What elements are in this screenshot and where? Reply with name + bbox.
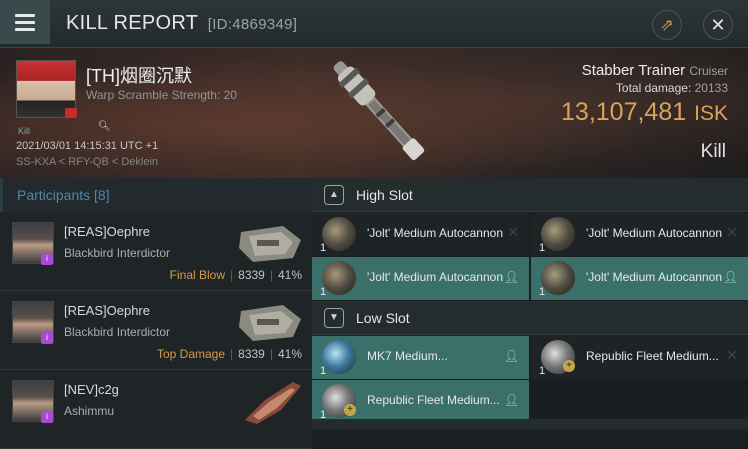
destroyed-icon: ✕ [726,224,738,240]
module-item[interactable]: 1 'Jolt' Medium Autocannon ✕ [312,213,529,256]
warp-scramble-strength: Warp Scramble Strength: 20 [86,88,237,102]
victim-ship-render[interactable] [305,52,455,172]
participant-ship: Blackbird Interdictor [64,246,171,260]
participant-stats: Final Blow | 8339 | 41% [169,268,302,282]
kill-result: Kill [700,141,726,162]
dropped-person-icon: 👤︎ [503,393,519,407]
participant-name: [REAS]Oephre [64,224,150,239]
close-button[interactable]: ✕ [703,10,733,40]
participant-name: [REAS]Oephre [64,303,150,318]
destroyed-icon: ✕ [507,224,519,240]
plus-badge-icon: + [344,404,356,416]
menu-button[interactable] [0,0,50,44]
next-slot-header [312,419,748,429]
dropped-person-icon: 👤︎ [722,270,738,284]
share-icon: ⇗ [660,17,674,34]
report-id: [ID:4869349] [207,16,298,33]
low-slot-icon: ▼ [324,307,344,328]
participants-header[interactable]: Participants [8] [0,178,312,212]
module-item[interactable]: 1 MK7 Medium... 👤︎ [312,336,529,379]
share-button[interactable]: ⇗ [652,10,682,40]
participant-row[interactable]: i [REAS]Oephre Blackbird Interdictor Top… [0,291,312,370]
high-slot-modules: 1 'Jolt' Medium Autocannon ✕ 1 'Jolt' Me… [312,212,748,301]
module-item[interactable]: 1 'Jolt' Medium Autocannon 👤︎ [312,257,529,300]
module-item[interactable]: + 1 Republic Fleet Medium... 👤︎ [312,380,529,423]
kill-location[interactable]: SS-KXA < RFY-QB < Deklein [16,156,158,168]
thruster-icon [322,340,356,374]
low-slot-header: ▼ Low Slot [312,301,748,335]
title-bar: KILL REPORT [ID:4869349] ⇗ ✕ [0,0,748,48]
participant-ship-image [239,226,301,262]
module-item[interactable]: + 1 Republic Fleet Medium... ✕ [531,336,748,379]
participant-row[interactable]: i [NEV]c2g Ashimmu [0,370,312,449]
fitting-panel: ▲ High Slot 1 'Jolt' Medium Autocannon ✕… [312,178,748,429]
autocannon-icon [541,261,575,295]
autocannon-icon [541,217,575,251]
info-icon[interactable]: i [41,411,53,423]
victim-name[interactable]: [TH]烟圈沉默 [86,62,192,88]
participant-stats: Top Damage | 8339 | 41% [156,347,302,361]
autocannon-icon [322,217,356,251]
victim-banner: [TH]烟圈沉默 Warp Scramble Strength: 20 Kill… [0,48,748,178]
participant-row[interactable]: i [REAS]Oephre Blackbird Interdictor Fin… [0,212,312,291]
low-slot-modules: 1 MK7 Medium... 👤︎ + 1 Republic Fleet Me… [312,335,748,424]
autocannon-icon [322,261,356,295]
dropped-person-icon: 👤︎ [503,270,519,284]
victim-ship-name[interactable]: Stabber Trainer Cruiser [582,62,728,79]
high-slot-header: ▲ High Slot [312,178,748,212]
title-text: KILL REPORT [66,12,198,34]
high-slot-icon: ▲ [324,184,344,205]
victim-status-badge [65,108,77,118]
participant-ship-image [239,305,301,341]
participant-name: [NEV]c2g [64,382,119,397]
magnifier-icon[interactable]: 🔍︎ [98,121,111,132]
info-icon[interactable]: i [41,332,53,344]
dropped-person-icon: 👤︎ [503,349,519,363]
participants-panel: Participants [8] i [REAS]Oephre Blackbir… [0,178,312,449]
page-title: KILL REPORT [ID:4869349] [66,12,297,35]
info-icon[interactable]: i [41,253,53,265]
module-item[interactable]: 1 'Jolt' Medium Autocannon ✕ [531,213,748,256]
plus-badge-icon: + [563,360,575,372]
participant-ship: Blackbird Interdictor [64,325,171,339]
total-damage: Total damage: 20133 [615,81,728,95]
kill-date: 2021/03/01 14:15:31 UTC +1 [16,140,159,152]
destroyed-icon: ✕ [726,347,738,363]
menu-icon [15,13,35,17]
kill-tag: Kill [18,126,31,136]
participant-ship: Ashimmu [64,404,115,418]
module-item[interactable]: 1 'Jolt' Medium Autocannon 👤︎ [531,257,748,300]
participant-ship-image [245,382,301,424]
close-icon: ✕ [710,14,726,35]
isk-value: 13,107,481 ISK [561,98,728,126]
